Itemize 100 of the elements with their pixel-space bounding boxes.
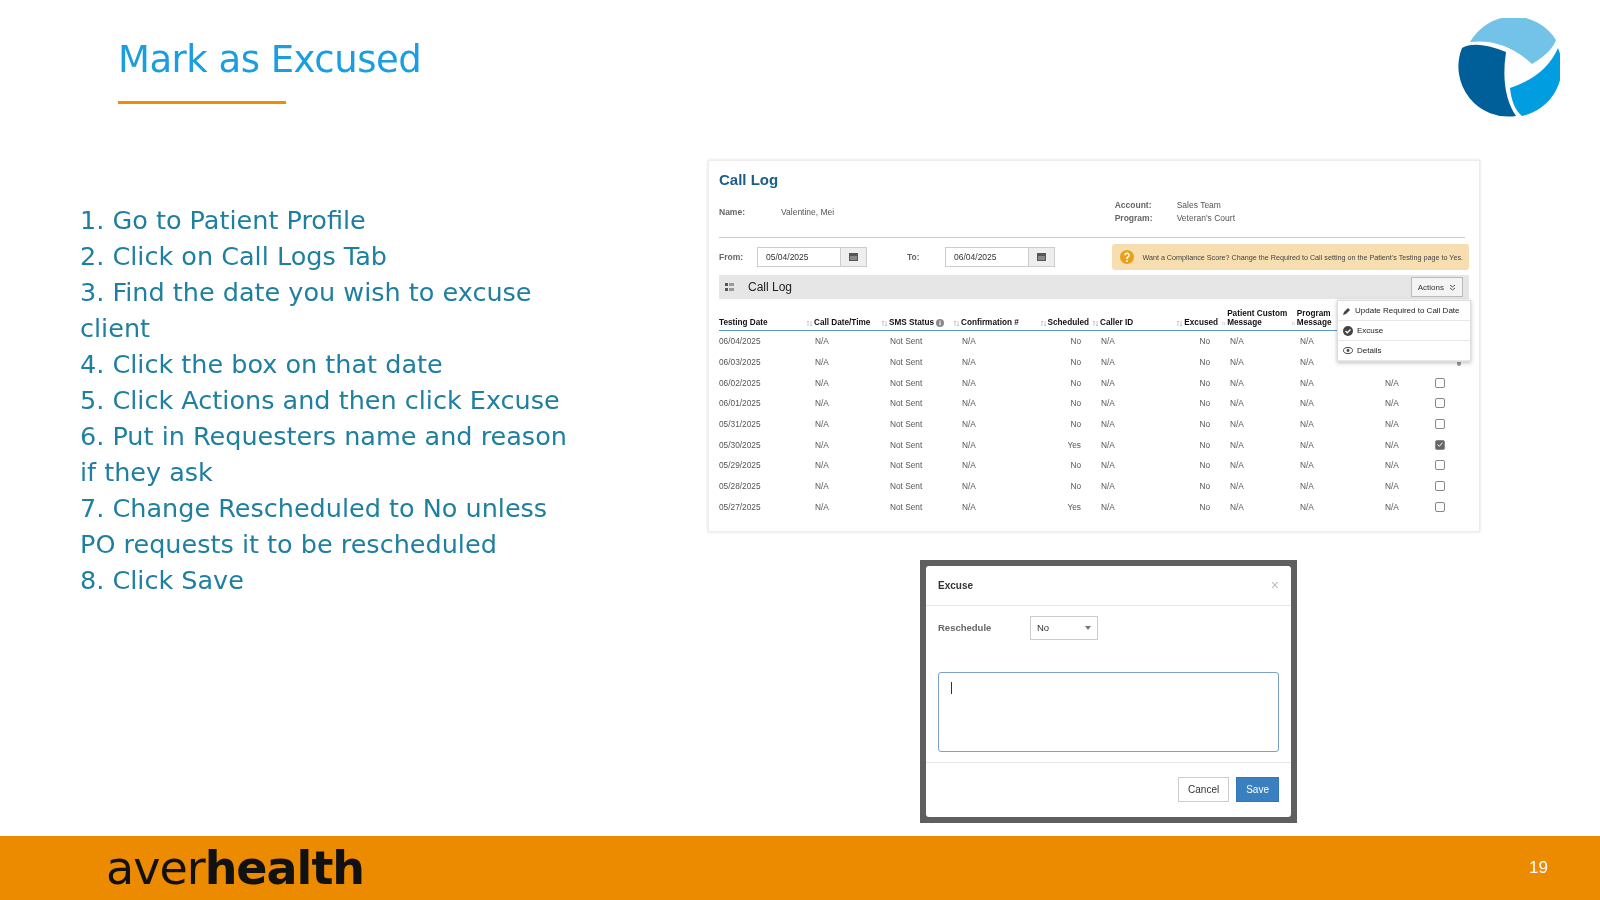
field-label: From: — [719, 252, 745, 262]
brand-logo: averhealth — [106, 841, 365, 895]
table-cell-text: Not Sent — [890, 480, 923, 494]
column-header[interactable]: Call Date/Time — [814, 318, 871, 327]
table-cell-text: Not Sent — [890, 335, 923, 349]
table-cell-text: Not Sent — [890, 397, 923, 411]
panel-title: Call Log — [719, 171, 779, 188]
field-value: Sales Team — [1176, 200, 1222, 210]
table-cell-text: Yes — [1067, 500, 1081, 514]
table-cell-text: N/A — [1101, 418, 1115, 432]
table-cell-text: N/A — [1300, 500, 1314, 514]
instruction-step: 8. Click Save — [80, 562, 570, 598]
calendar-button[interactable] — [1029, 247, 1055, 267]
column-header[interactable]: Testing Date — [719, 318, 768, 327]
table-cell-text: N/A — [962, 397, 976, 411]
actions-button[interactable]: Actions — [1410, 277, 1463, 297]
eye-icon — [1343, 347, 1353, 354]
table-cell-text: Not Sent — [890, 418, 923, 432]
row-checkbox[interactable] — [1435, 377, 1445, 388]
table-cell-text: N/A — [1385, 376, 1399, 390]
instruction-step: 5. Click Actions and then click Excuse — [80, 382, 570, 418]
column-header[interactable]: Patient Custom Message — [1227, 309, 1288, 327]
row-checkbox[interactable] — [1435, 439, 1445, 450]
table-cell-text: N/A — [962, 500, 976, 514]
row-checkbox[interactable] — [1435, 398, 1445, 409]
column-header[interactable]: Program Message — [1296, 309, 1337, 327]
table-cell-text: 06/04/2025 — [719, 335, 761, 349]
table-cell-text: N/A — [1300, 418, 1314, 432]
dialog-title: Excuse — [938, 579, 974, 591]
table-cell-text: N/A — [1230, 356, 1244, 370]
table-cell-text: N/A — [1101, 438, 1115, 452]
table-cell-text: No — [1199, 459, 1210, 473]
table-cell-text: 05/31/2025 — [719, 418, 761, 432]
dropdown-arrow-icon — [1085, 625, 1091, 630]
table-cell-text: N/A — [1101, 459, 1115, 473]
table-cell-text: N/A — [1230, 438, 1244, 452]
table-cell-text: N/A — [1101, 356, 1115, 370]
column-header[interactable]: SMS Status — [889, 318, 935, 327]
column-header[interactable]: Confirmation # — [961, 318, 1019, 327]
column-header[interactable]: Excused — [1184, 318, 1218, 327]
table-cell-text: N/A — [962, 376, 976, 390]
table-cell-text: N/A — [1300, 438, 1314, 452]
pencil-icon — [1343, 306, 1351, 315]
table-cell-text: Not Sent — [890, 500, 923, 514]
cancel-button[interactable]: Cancel — [1178, 777, 1230, 803]
field-value: Veteran's Court — [1176, 213, 1235, 223]
menu-item[interactable]: Details — [1338, 341, 1470, 361]
table-cell-text: N/A — [962, 335, 976, 349]
instruction-step: 2. Click on Call Logs Tab — [80, 238, 570, 274]
table-cell-text: N/A — [1230, 459, 1244, 473]
table-cell-text: N/A — [1230, 335, 1244, 349]
reschedule-select[interactable]: No — [1030, 615, 1098, 640]
column-header[interactable]: Caller ID — [1100, 318, 1134, 327]
table-cell-text: No — [1070, 335, 1081, 349]
table-cell-text: No — [1199, 397, 1210, 411]
chevron-icon — [1449, 283, 1456, 291]
table-cell-text: N/A — [962, 418, 976, 432]
table-cell-text: N/A — [1385, 438, 1399, 452]
menu-item-label: Details — [1357, 346, 1382, 355]
table-cell-text: No — [1199, 500, 1210, 514]
table-cell-text: No — [1070, 459, 1081, 473]
row-checkbox[interactable] — [1435, 460, 1445, 471]
table-cell-text: 05/30/2025 — [719, 438, 761, 452]
row-checkbox[interactable] — [1435, 481, 1445, 492]
table-cell-text: N/A — [1230, 418, 1244, 432]
instruction-step: 7. Change Rescheduled to No unless PO requests it to be rescheduled — [80, 490, 570, 562]
field-label: Account: — [1114, 200, 1153, 210]
reason-text-area[interactable] — [938, 671, 1279, 752]
menu-item[interactable]: Excuse — [1338, 321, 1470, 341]
table-cell-text: Not Sent — [890, 459, 923, 473]
table-cell-text: N/A — [962, 459, 976, 473]
field-value: Valentine, Mei — [781, 206, 835, 217]
field-label: Reschedule — [938, 622, 993, 634]
slide-title: Mark as Excused — [118, 38, 422, 81]
table-cell-text: N/A — [815, 459, 829, 473]
table-cell-text: No — [1070, 376, 1081, 390]
row-checkbox[interactable] — [1435, 501, 1445, 512]
table-cell-text: 06/01/2025 — [719, 397, 761, 411]
row-checkbox[interactable] — [1435, 419, 1445, 430]
table-cell-text: N/A — [1385, 397, 1399, 411]
table-cell-text: N/A — [1300, 397, 1314, 411]
table-cell-text: N/A — [1385, 480, 1399, 494]
table-cell-text: N/A — [962, 480, 976, 494]
calendar-icon — [1037, 253, 1046, 261]
table-cell-text: No — [1199, 418, 1210, 432]
table-cell-text: No — [1070, 356, 1081, 370]
table-cell-text: Not Sent — [890, 376, 923, 390]
calendar-button[interactable] — [841, 247, 867, 267]
grid-title: Call Log — [748, 280, 793, 294]
table-cell-text: N/A — [962, 438, 976, 452]
date-field[interactable]: 05/04/2025 — [757, 247, 841, 267]
table-cell-text: No — [1199, 335, 1210, 349]
menu-item[interactable]: Update Required to Call Date — [1338, 301, 1470, 321]
column-header[interactable]: Scheduled — [1047, 318, 1089, 327]
table-cell-text: N/A — [815, 376, 829, 390]
table-cell-text: N/A — [815, 418, 829, 432]
date-field[interactable]: 06/04/2025 — [945, 247, 1029, 267]
question-icon — [1120, 250, 1135, 264]
save-button[interactable]: Save — [1236, 777, 1279, 803]
instruction-step: 6. Put in Requesters name and reason if they ask — [80, 418, 570, 490]
